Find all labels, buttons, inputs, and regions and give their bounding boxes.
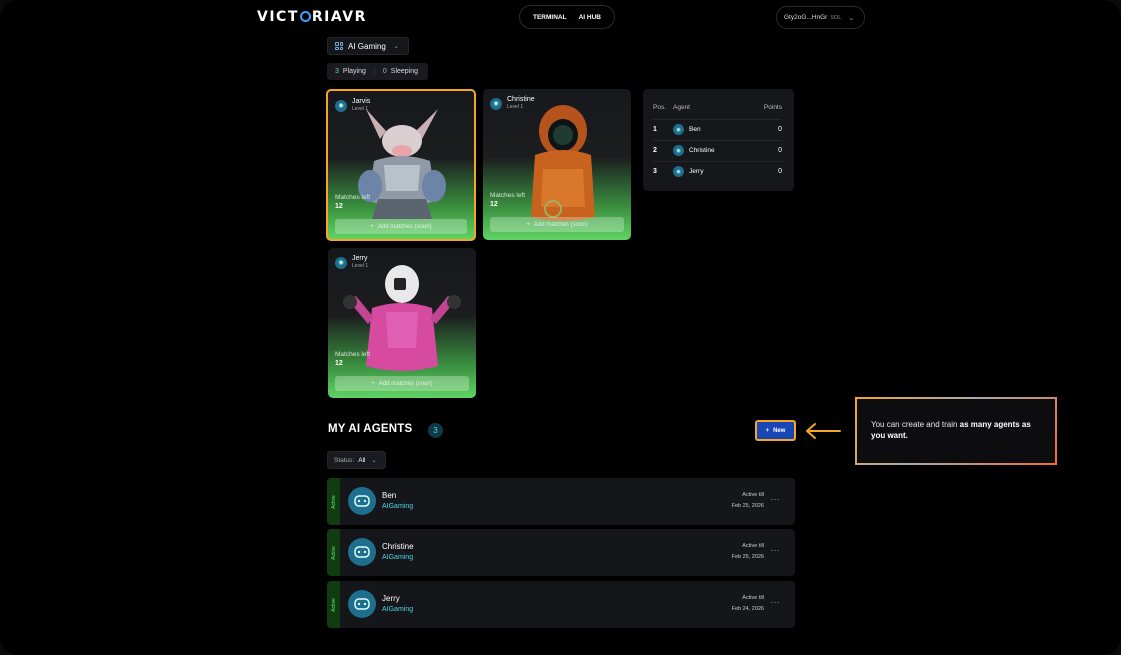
status-badge: Active <box>327 478 340 525</box>
agent-name: Jerry <box>352 255 368 262</box>
agent-card-jarvis[interactable]: ◉ Jarvis Level 1 Matches left 12 + Add m… <box>326 89 476 241</box>
agent-name: Jerry <box>382 594 400 603</box>
game-select-label: AI Gaming <box>348 41 386 51</box>
wallet-chain: SOL <box>830 14 842 21</box>
grid-icon <box>335 42 343 50</box>
chevron-down-icon: ⌄ <box>371 457 377 464</box>
status-playing[interactable]: 3 Playing <box>327 68 374 75</box>
status-sleeping[interactable]: 0 Sleeping <box>373 68 426 75</box>
new-agent-button[interactable]: + New <box>755 420 796 441</box>
active-till-date: Feb 25, 2026 <box>731 503 764 509</box>
matches-left-label: Matches left <box>335 194 371 201</box>
more-options-icon[interactable]: ··· <box>771 546 781 555</box>
nav-ai-hub[interactable]: AI HUB <box>579 14 601 21</box>
gamepad-icon: ◉ <box>490 97 502 110</box>
card-header: ◉ Christine Level 1 <box>490 96 535 111</box>
nav-terminal[interactable]: TERMINAL <box>533 14 567 21</box>
matches-left-label: Matches left <box>335 351 371 358</box>
agent-game[interactable]: AIGaming <box>382 554 413 561</box>
wallet-button[interactable]: Gty2oG...HnGr SOL ⌄ <box>776 6 865 29</box>
arrow-left-icon <box>806 423 841 439</box>
add-matches-button[interactable]: + Add matches (soon) <box>335 376 469 391</box>
leaderboard: Pos. Agent Points 1 ◉ Ben 0 2 ◉ Christine … <box>643 89 794 191</box>
gamepad-icon <box>348 590 376 618</box>
gamepad-icon <box>348 538 376 566</box>
active-till-label: Active till <box>742 492 764 498</box>
card-header: ◉ Jerry Level 1 <box>335 255 368 270</box>
agent-level: Level 1 <box>507 104 524 110</box>
add-matches-button[interactable]: + Add matches (soon) <box>335 219 467 234</box>
status-counts: 3 Playing 0 Sleeping <box>327 63 428 80</box>
matches-left-label: Matches left <box>490 192 526 199</box>
game-select[interactable]: AI Gaming ⌄ <box>327 37 409 55</box>
gamepad-icon: ◉ <box>335 99 347 112</box>
chevron-down-icon: ⌄ <box>393 43 399 50</box>
logo[interactable]: VICT RIAVR <box>257 9 367 25</box>
gamepad-icon: ◉ <box>673 145 684 156</box>
gamepad-icon: ◉ <box>335 256 347 269</box>
agent-level: Level 1 <box>352 106 369 112</box>
card-header: ◉ Jarvis Level 1 <box>335 98 370 113</box>
active-till-label: Active till <box>742 595 764 601</box>
agent-game[interactable]: AIGaming <box>382 503 413 510</box>
leaderboard-header: Pos. Agent Points <box>653 104 782 111</box>
agent-name: Christine <box>507 96 535 103</box>
agent-name: Jarvis <box>352 98 371 105</box>
leaderboard-row[interactable]: 1 ◉ Ben 0 <box>653 119 782 139</box>
plus-icon: + <box>765 427 770 434</box>
agent-level: Level 1 <box>352 263 369 269</box>
status-badge: Active <box>327 529 340 576</box>
matches-left-value: 12 <box>335 203 343 210</box>
agent-row-christine[interactable]: Active Christine AIGaming Active till Fe… <box>327 529 795 576</box>
wallet-address: Gty2oG...HnGr <box>784 14 828 21</box>
agent-card-christine[interactable]: ◉ Christine Level 1 Matches left 12 + Ad… <box>483 89 631 240</box>
matches-left-value: 12 <box>335 360 343 367</box>
tooltip-callout: You can create and train as many agents … <box>855 397 1057 465</box>
leaderboard-row[interactable]: 2 ◉ Christine 0 <box>653 140 782 160</box>
active-till-date: Feb 25, 2026 <box>731 554 764 560</box>
plus-icon: + <box>371 380 375 387</box>
add-matches-button[interactable]: + Add matches (soon) <box>490 217 624 232</box>
gamepad-icon <box>348 487 376 515</box>
top-nav: TERMINAL AI HUB <box>519 5 615 29</box>
more-options-icon[interactable]: ··· <box>771 598 781 607</box>
agent-count-badge: 3 <box>428 423 443 438</box>
chevron-down-icon: ⌄ <box>848 14 855 22</box>
agent-card-jerry[interactable]: ◉ Jerry Level 1 Matches left 12 + Add ma… <box>328 248 476 398</box>
matches-left-value: 12 <box>490 201 498 208</box>
agent-row-jerry[interactable]: Active Jerry AIGaming Active till Feb 24… <box>327 581 795 628</box>
status-badge: Active <box>327 581 340 628</box>
section-title: MY AI AGENTS <box>328 423 413 435</box>
agent-name: Christine <box>382 542 414 551</box>
active-till-label: Active till <box>742 543 764 549</box>
plus-icon: + <box>526 221 530 228</box>
agent-row-ben[interactable]: Active Ben AIGaming Active till Feb 25, … <box>327 478 795 525</box>
active-till-date: Feb 24, 2026 <box>731 606 764 612</box>
app-frame: VICT RIAVR TERMINAL AI HUB Gty2oG...HnGr … <box>0 0 1121 655</box>
gamepad-icon: ◉ <box>673 124 684 135</box>
gamepad-icon: ◉ <box>673 166 684 177</box>
plus-icon: + <box>370 223 374 230</box>
leaderboard-row[interactable]: 3 ◉ Jerry 0 <box>653 161 782 181</box>
status-filter[interactable]: Status: All ⌄ <box>327 451 386 469</box>
agent-name: Ben <box>382 491 397 500</box>
agent-game[interactable]: AIGaming <box>382 606 413 613</box>
more-options-icon[interactable]: ··· <box>771 495 781 504</box>
